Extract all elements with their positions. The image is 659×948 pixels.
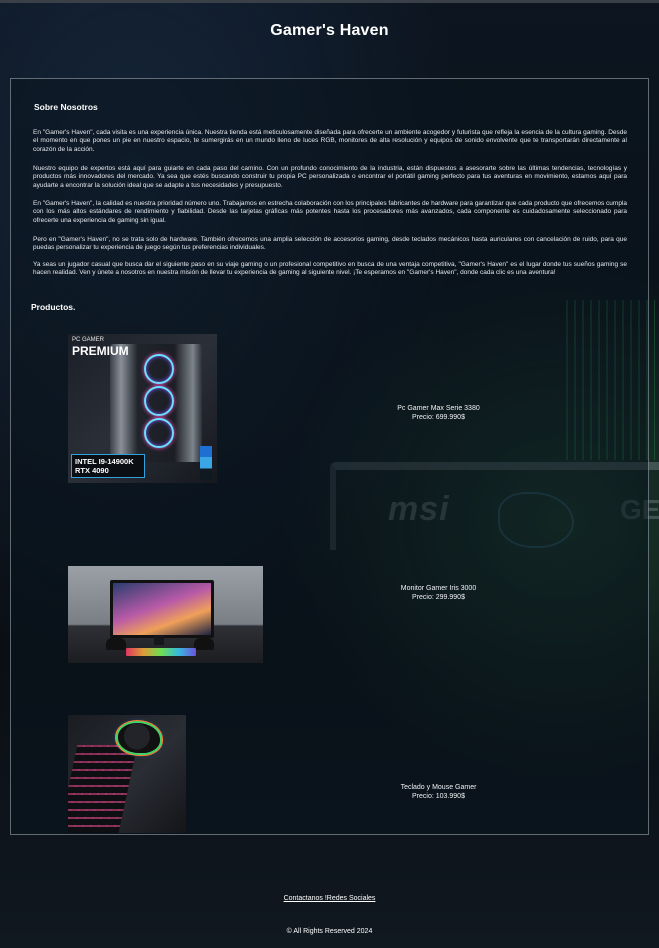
contact-social-link[interactable]: Contactanos !Redes Sociales xyxy=(0,895,659,902)
speaker-graphic xyxy=(194,638,214,650)
product-info-pc: Pc Gamer Max Serie 3380 Precio: 699.990$ xyxy=(366,404,511,422)
rgb-fan-graphic xyxy=(144,386,174,416)
about-title: Sobre Nosotros xyxy=(34,102,98,112)
site-title: Gamer's Haven xyxy=(270,22,389,39)
product-name: Pc Gamer Max Serie 3380 xyxy=(397,405,480,412)
product-image-monitor[interactable] xyxy=(68,566,263,663)
product-price: Precio: 103.990$ xyxy=(412,793,465,800)
monitor-stand-graphic xyxy=(154,635,164,645)
rgb-keyboard-graphic xyxy=(126,648,196,656)
product-name: Monitor Gamer Iris 3000 xyxy=(400,585,477,592)
about-paragraph-4: Pero en "Gamer's Haven", no se trata sol… xyxy=(33,236,627,252)
speaker-graphic xyxy=(106,638,126,650)
monitor-screen-graphic xyxy=(110,580,214,638)
product-image-keyboard-mouse[interactable] xyxy=(68,715,186,833)
about-paragraph-2: Nuestro equipo de expertos está aquí par… xyxy=(33,165,627,189)
pc-spec-gpu: RTX 4090 xyxy=(75,466,109,475)
about-paragraph-5: Ya seas un jugador casual que busca dar … xyxy=(33,261,627,277)
top-border xyxy=(0,0,659,3)
pc-spec-box: INTEL I9-14900K RTX 4090 xyxy=(71,454,145,478)
pc-image-label-small: PC GAMER xyxy=(72,337,105,343)
pc-spec-cpu: INTEL I9-14900K xyxy=(75,457,134,466)
mouse-graphic xyxy=(118,723,160,753)
rgb-fan-graphic xyxy=(144,418,174,448)
products-title: Productos. xyxy=(31,302,76,312)
copyright-text: © All Rights Reserved 2024 xyxy=(286,928,373,935)
product-name: Teclado y Mouse Gamer xyxy=(400,784,477,791)
about-paragraph-1: En "Gamer's Haven", cada visita es una e… xyxy=(33,129,627,153)
about-paragraph-3: En "Gamer's Haven", la calidad es nuestr… xyxy=(33,200,627,224)
brand-badges-icon xyxy=(200,446,212,480)
product-info-keyboard-mouse: Teclado y Mouse Gamer Precio: 103.990$ xyxy=(366,783,511,801)
keyboard-graphic xyxy=(68,745,138,833)
product-price: Precio: 299.990$ xyxy=(412,594,465,601)
product-image-pc[interactable]: PC GAMER PREMIUM INTEL I9-14900K RTX 409… xyxy=(68,334,217,483)
content-container: Sobre Nosotros En "Gamer's Haven", cada … xyxy=(10,78,649,835)
pc-image-label-big: PREMIUM xyxy=(72,344,129,358)
product-price: Precio: 699.990$ xyxy=(412,414,465,421)
product-info-monitor: Monitor Gamer Iris 3000 Precio: 299.990$ xyxy=(366,584,511,602)
rgb-fan-graphic xyxy=(144,354,174,384)
